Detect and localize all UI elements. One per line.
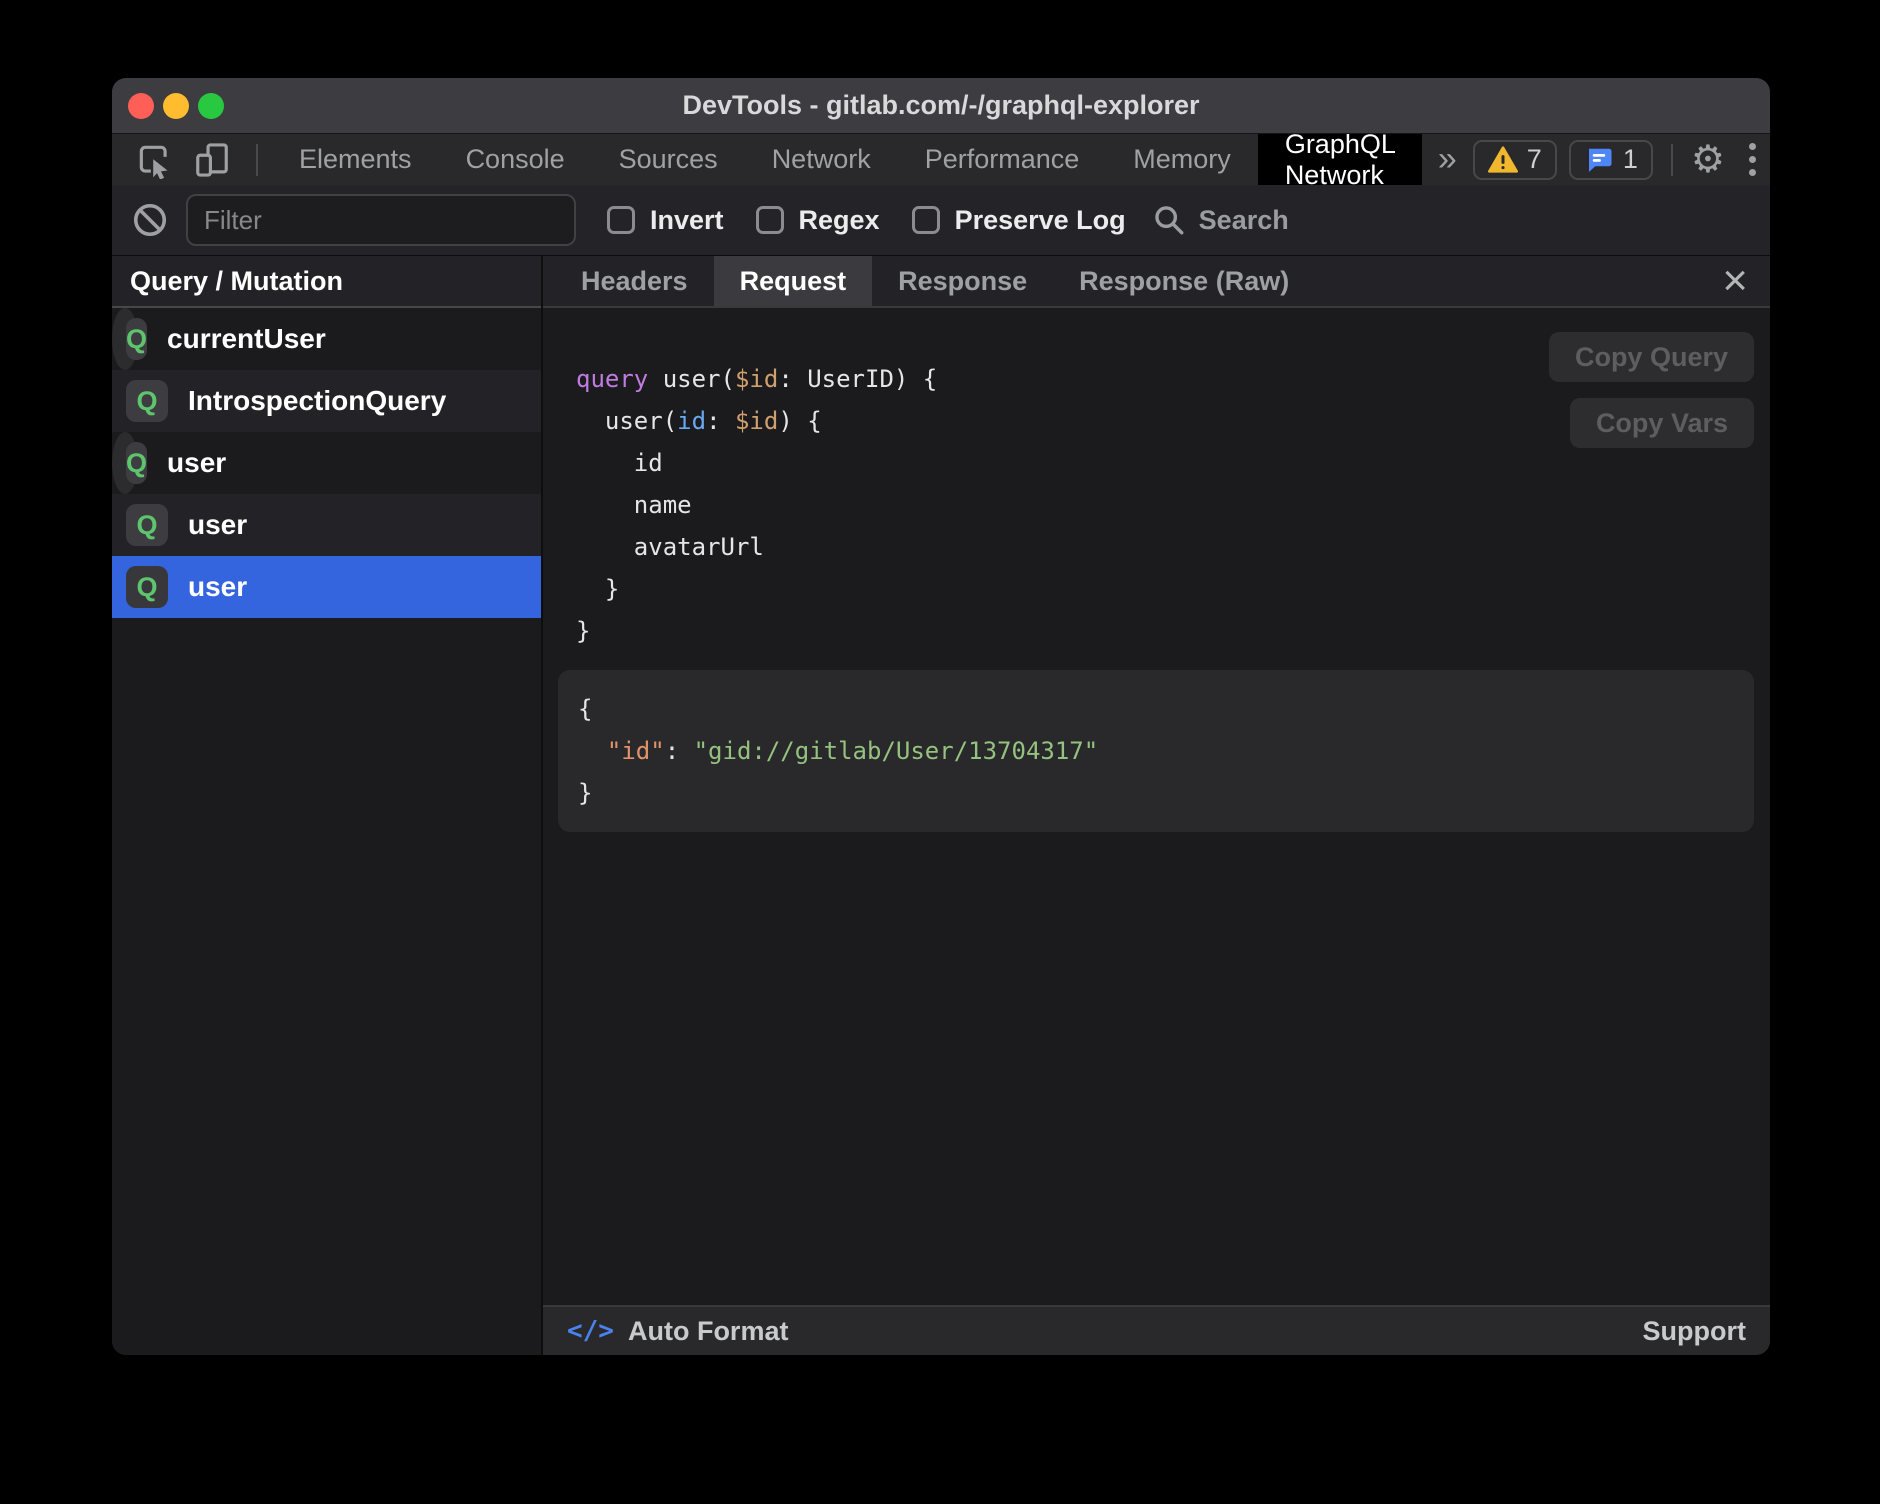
search-toggle[interactable]: Search <box>1152 203 1289 237</box>
list-item-user-1[interactable]: Q user <box>112 432 138 494</box>
preserve-log-checkbox[interactable] <box>912 206 940 234</box>
graphql-variables-box: { "id": "gid://gitlab/User/13704317"} <box>558 670 1754 832</box>
minimize-window-button[interactable] <box>163 93 189 119</box>
issues-badge[interactable]: 1 <box>1569 140 1653 180</box>
auto-format-label: Auto Format <box>628 1316 788 1347</box>
main-tabs: Elements Console Sources Network Perform… <box>272 134 1422 185</box>
request-body: query user($id: UserID) { user(id: $id) … <box>543 308 1770 1305</box>
query-sidebar: Query / Mutation Q currentUser Q Introsp… <box>112 256 543 1355</box>
toolbar-right: 7 1 ⚙ <box>1473 134 1770 185</box>
warning-icon <box>1488 146 1518 173</box>
tab-response-raw[interactable]: Response (Raw) <box>1053 256 1315 306</box>
tab-graphql-network[interactable]: GraphQL Network <box>1258 134 1422 185</box>
query-type-badge: Q <box>126 442 147 484</box>
copy-vars-button[interactable]: Copy Vars <box>1570 398 1754 448</box>
tab-elements[interactable]: Elements <box>272 134 439 185</box>
tab-request[interactable]: Request <box>714 256 873 306</box>
devtools-window: DevTools - gitlab.com/-/graphql-explorer… <box>112 78 1770 1355</box>
list-item-label: user <box>188 509 247 541</box>
preserve-log-checkbox-item[interactable]: Preserve Log <box>912 205 1126 236</box>
title-bar: DevTools - gitlab.com/-/graphql-explorer <box>112 78 1770 134</box>
tab-memory[interactable]: Memory <box>1106 134 1258 185</box>
list-item-label: user <box>167 447 226 479</box>
window-title: DevTools - gitlab.com/-/graphql-explorer <box>682 90 1199 121</box>
inspect-element-icon[interactable] <box>134 140 174 180</box>
traffic-lights <box>128 78 224 133</box>
toolbar-icons <box>112 134 264 185</box>
code-brackets-icon: </> <box>567 1316 614 1346</box>
panel-footer: </> Auto Format Support <box>543 1305 1770 1355</box>
auto-format-button[interactable]: </> Auto Format <box>567 1316 788 1347</box>
search-label: Search <box>1199 205 1289 236</box>
copy-query-button[interactable]: Copy Query <box>1549 332 1754 382</box>
copy-buttons: Copy Query Copy Vars <box>1549 332 1754 448</box>
query-type-badge: Q <box>126 380 168 422</box>
content-area: Query / Mutation Q currentUser Q Introsp… <box>112 256 1770 1355</box>
list-item-user-2[interactable]: Q user <box>112 494 541 556</box>
clear-icon[interactable] <box>132 202 168 238</box>
toolbar-right-separator <box>1671 144 1673 176</box>
warning-count: 7 <box>1527 144 1542 175</box>
detail-tabs: Headers Request Response Response (Raw) … <box>543 256 1770 308</box>
support-link[interactable]: Support <box>1643 1316 1746 1347</box>
list-item-label: IntrospectionQuery <box>188 385 446 417</box>
close-window-button[interactable] <box>128 93 154 119</box>
list-item-label: user <box>188 571 247 603</box>
list-item-currentuser[interactable]: Q currentUser <box>112 308 138 370</box>
search-icon <box>1152 203 1186 237</box>
invert-checkbox-item[interactable]: Invert <box>607 205 724 236</box>
tab-headers[interactable]: Headers <box>555 256 714 306</box>
regex-checkbox[interactable] <box>756 206 784 234</box>
list-item-label: currentUser <box>167 323 326 355</box>
zoom-window-button[interactable] <box>198 93 224 119</box>
devtools-tab-bar: Elements Console Sources Network Perform… <box>112 134 1770 185</box>
query-type-badge: Q <box>126 318 147 360</box>
request-detail-panel: Headers Request Response Response (Raw) … <box>543 256 1770 1355</box>
filter-bar: Invert Regex Preserve Log Search <box>112 185 1770 256</box>
tab-console[interactable]: Console <box>439 134 592 185</box>
tab-response[interactable]: Response <box>872 256 1053 306</box>
list-item-introspectionquery[interactable]: Q IntrospectionQuery <box>112 370 541 432</box>
regex-checkbox-item[interactable]: Regex <box>756 205 880 236</box>
tab-performance[interactable]: Performance <box>898 134 1107 185</box>
invert-label: Invert <box>650 205 724 236</box>
filter-input[interactable] <box>186 194 576 246</box>
tab-network[interactable]: Network <box>745 134 898 185</box>
query-type-badge: Q <box>126 566 168 608</box>
issues-count: 1 <box>1623 144 1638 175</box>
kebab-menu-icon[interactable] <box>1737 143 1768 176</box>
query-type-badge: Q <box>126 504 168 546</box>
preserve-log-label: Preserve Log <box>955 205 1126 236</box>
more-tabs-button[interactable]: » <box>1422 134 1473 185</box>
tab-sources[interactable]: Sources <box>592 134 745 185</box>
list-item-user-3-selected[interactable]: Q user <box>112 556 541 618</box>
settings-gear-icon[interactable]: ⚙ <box>1691 141 1725 179</box>
filter-checkboxes: Invert Regex Preserve Log <box>607 205 1126 236</box>
invert-checkbox[interactable] <box>607 206 635 234</box>
close-panel-icon[interactable]: × <box>1714 259 1756 303</box>
device-toolbar-icon[interactable] <box>192 140 232 180</box>
toolbar-separator <box>256 144 258 176</box>
regex-label: Regex <box>799 205 880 236</box>
message-icon <box>1584 145 1614 175</box>
warnings-badge[interactable]: 7 <box>1473 140 1557 180</box>
sidebar-empty-area <box>112 618 541 1355</box>
sidebar-header: Query / Mutation <box>112 256 541 308</box>
